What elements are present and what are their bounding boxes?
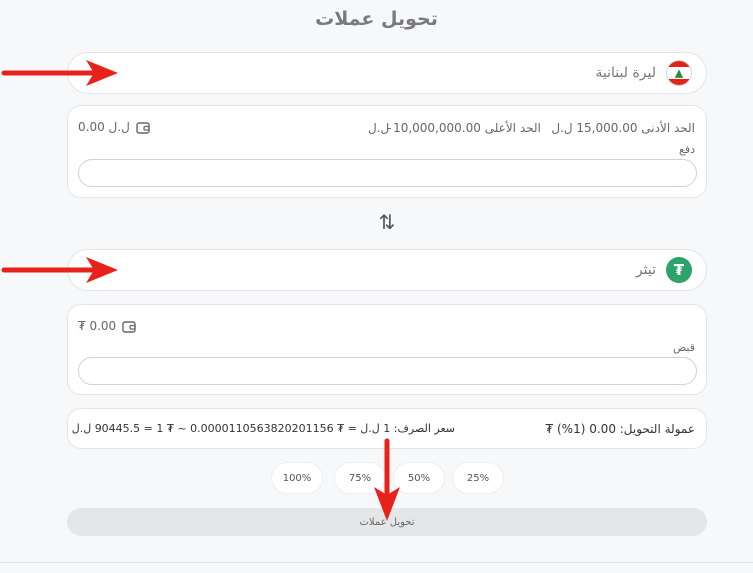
percent-25-button[interactable]: 25% — [452, 462, 504, 494]
wallet-icon — [136, 121, 150, 134]
annotation-arrow-icon — [374, 438, 400, 521]
annotation-arrow-icon — [1, 257, 118, 283]
from-amount-card: الحد الأدنى 15,000.00 ل.ل - الحد الأعلى … — [67, 105, 707, 198]
pay-label: دفع — [678, 143, 695, 156]
from-balance: 0.00 ل.ل — [78, 120, 150, 134]
lebanon-flag-icon: ▲ — [666, 60, 692, 86]
to-amount-card: ₮ 0.00 قبض — [67, 304, 707, 395]
from-currency-label: ليرة لبنانية — [595, 65, 656, 81]
to-balance: ₮ 0.00 — [78, 319, 136, 333]
page-title: تحويل عملات — [315, 8, 438, 30]
receive-amount-input[interactable] — [78, 357, 697, 385]
annotation-arrow-icon — [1, 60, 118, 86]
max-limit: الحد الأعلى 10,000,000.00 ل.ل — [368, 121, 541, 135]
wallet-icon — [122, 320, 136, 333]
tether-icon: ₮ — [666, 257, 692, 283]
to-balance-value: ₮ 0.00 — [78, 319, 117, 333]
pay-amount-input[interactable] — [78, 159, 697, 187]
swap-vertical-icon[interactable]: ⇅ — [376, 210, 398, 234]
percent-100-button[interactable]: 100% — [271, 462, 323, 494]
to-currency-selector[interactable]: ₮ تيثر — [67, 249, 707, 291]
divider — [0, 562, 753, 563]
from-currency-selector[interactable]: ▲ ليرة لبنانية — [67, 52, 707, 94]
receive-label: قبض — [672, 341, 695, 354]
conversion-fee: عمولة التحويل: 0.00 (1%) ₮ — [545, 422, 695, 436]
to-currency-label: تيثر — [635, 262, 656, 278]
currency-exchange-page: تحويل عملات ▲ ليرة لبنانية الحد الأدنى 1… — [0, 0, 753, 573]
from-balance-value: 0.00 ل.ل — [78, 120, 130, 134]
min-limit: الحد الأدنى 15,000.00 ل.ل — [551, 121, 695, 135]
exchange-rate: سعر الصرف: 1 ل.ل = ₮ 0.00001105638202011… — [71, 422, 455, 435]
